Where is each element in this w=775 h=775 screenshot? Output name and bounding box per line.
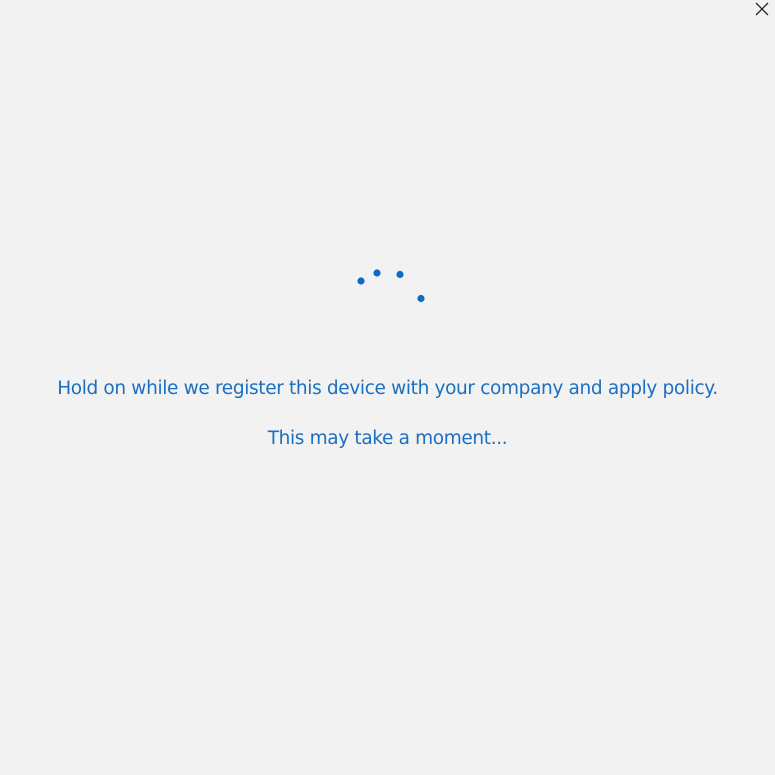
spinner-dot <box>417 294 425 303</box>
enrollment-window: Hold on while we register this device wi… <box>0 0 775 775</box>
close-button[interactable] <box>749 0 775 18</box>
spinner-dot <box>396 270 404 279</box>
spinner-dot <box>373 269 381 277</box>
close-icon <box>755 2 769 16</box>
wait-message: This may take a moment... <box>267 428 508 449</box>
spinner-dot <box>357 277 365 285</box>
registration-message: Hold on while we register this device wi… <box>57 378 718 399</box>
